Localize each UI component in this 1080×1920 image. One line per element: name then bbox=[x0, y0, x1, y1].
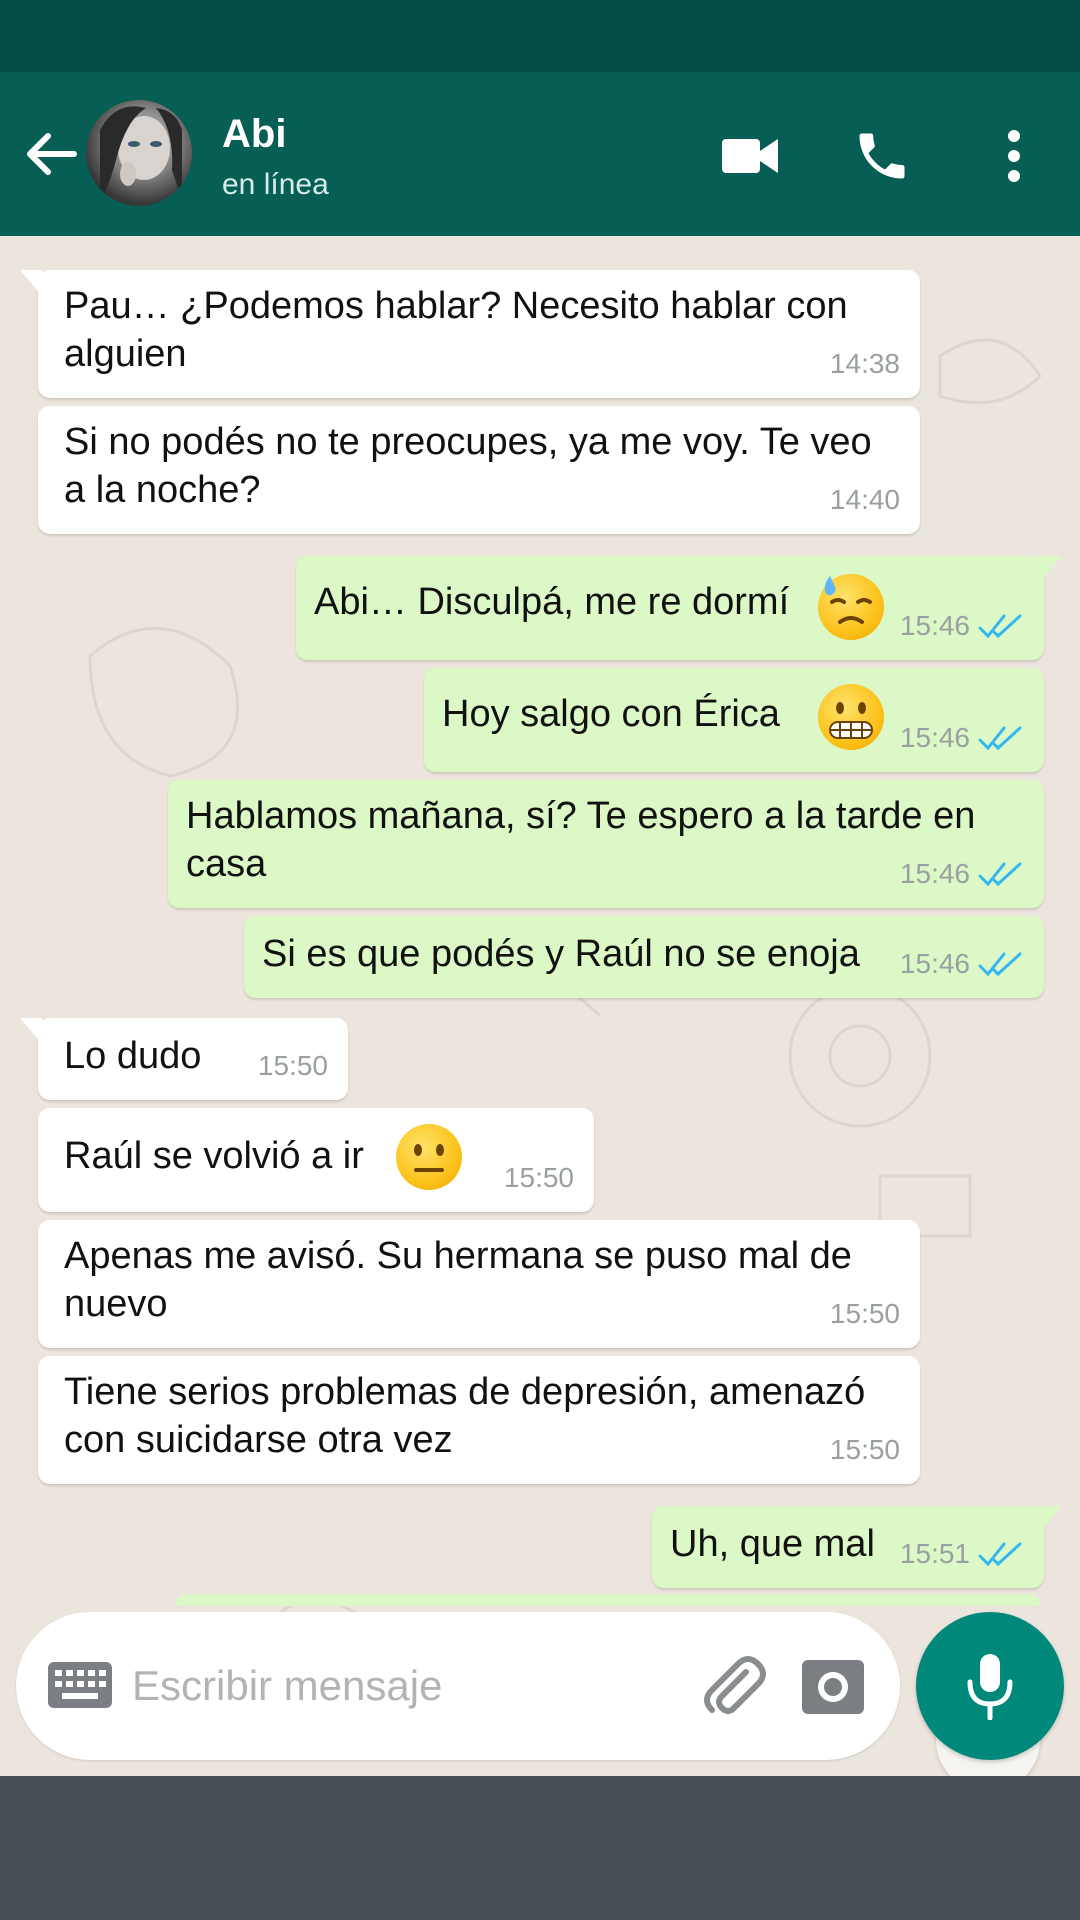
read-ticks-icon bbox=[978, 724, 1024, 752]
bubble-tail bbox=[20, 270, 42, 296]
attach-icon[interactable] bbox=[698, 1652, 768, 1722]
message-bubble-outgoing[interactable]: Si es que podés y Raúl no se enoja 15:46 bbox=[244, 916, 1044, 998]
message-text: Hablamos mañana, sí? Te espero a la tard… bbox=[186, 795, 976, 885]
message-time: 14:40 bbox=[829, 484, 900, 515]
keyboard-icon[interactable] bbox=[48, 1662, 112, 1713]
message-text: Hoy salgo con Érica bbox=[442, 693, 780, 735]
video-call-icon[interactable] bbox=[714, 120, 786, 192]
grimacing-face-icon bbox=[818, 684, 884, 750]
camera-icon[interactable] bbox=[802, 1656, 864, 1716]
message-time: 15:50 bbox=[829, 1298, 900, 1329]
message-text: Si no podés no te preocupes, ya me voy. … bbox=[64, 421, 872, 511]
message-bubble-incoming[interactable]: Si no podés no te preocupes, ya me voy. … bbox=[38, 406, 920, 534]
message-time: 15:50 bbox=[257, 1050, 328, 1081]
message-bubble-outgoing-partial bbox=[176, 1594, 1040, 1606]
status-bar bbox=[0, 0, 1080, 72]
bubble-tail bbox=[1040, 1506, 1062, 1532]
read-ticks-icon bbox=[978, 860, 1024, 888]
message-text: Abi… Disculpá, me re dormí bbox=[314, 581, 790, 623]
message-text: Si es que podés y Raúl no se enoja bbox=[262, 933, 860, 975]
message-bubble-incoming[interactable]: Tiene serios problemas de depresión, ame… bbox=[38, 1356, 920, 1484]
message-text: Raúl se volvió a ir bbox=[64, 1135, 364, 1177]
chat-area[interactable]: Pau… ¿Podemos hablar? Necesito hablar co… bbox=[0, 236, 1080, 1776]
system-nav-bar bbox=[0, 1776, 1080, 1920]
contact-name[interactable]: Abi bbox=[222, 112, 286, 157]
read-ticks-icon bbox=[978, 612, 1024, 640]
message-bubble-outgoing[interactable]: Hoy salgo con Érica 15:46 bbox=[424, 668, 1044, 772]
message-bubble-incoming[interactable]: Apenas me avisó. Su hermana se puso mal … bbox=[38, 1220, 920, 1348]
read-ticks-icon bbox=[978, 1540, 1024, 1568]
message-time: 15:46 bbox=[899, 858, 970, 889]
message-bubble-incoming[interactable]: Raúl se volvió a ir 15:50 bbox=[38, 1108, 594, 1212]
message-time: 15:46 bbox=[899, 948, 970, 979]
message-time: 15:51 bbox=[899, 1538, 970, 1569]
more-vert-icon[interactable] bbox=[978, 120, 1050, 192]
avatar[interactable] bbox=[86, 100, 192, 206]
message-bubble-incoming[interactable]: Lo dudo 15:50 bbox=[20, 1018, 348, 1100]
message-time: 15:46 bbox=[899, 610, 970, 641]
message-text: Apenas me avisó. Su hermana se puso mal … bbox=[64, 1235, 852, 1325]
back-arrow-icon[interactable] bbox=[22, 126, 82, 182]
neutral-face-icon bbox=[396, 1124, 462, 1190]
mic-icon bbox=[967, 1654, 1013, 1720]
message-time: 15:46 bbox=[899, 722, 970, 753]
read-ticks-icon bbox=[978, 950, 1024, 978]
message-text: Tiene serios problemas de depresión, ame… bbox=[64, 1371, 866, 1461]
message-text: Lo dudo bbox=[64, 1035, 202, 1077]
message-bubble-outgoing[interactable]: Uh, que mal 15:51 bbox=[652, 1506, 1062, 1588]
message-bubble-outgoing[interactable]: Abi… Disculpá, me re dormí 15:46 bbox=[296, 556, 1062, 660]
chat-header: Abi en línea bbox=[0, 72, 1080, 236]
message-text: Pau… ¿Podemos hablar? Necesito hablar co… bbox=[64, 285, 848, 375]
mic-button[interactable] bbox=[916, 1612, 1064, 1760]
bubble-tail bbox=[20, 1018, 42, 1044]
contact-status: en línea bbox=[222, 168, 329, 201]
message-input[interactable] bbox=[132, 1654, 692, 1718]
message-time: 14:38 bbox=[829, 348, 900, 379]
message-bubble-outgoing[interactable]: Hablamos mañana, sí? Te espero a la tard… bbox=[168, 780, 1044, 908]
message-bubble-incoming[interactable]: Pau… ¿Podemos hablar? Necesito hablar co… bbox=[20, 270, 920, 398]
message-time: 15:50 bbox=[829, 1434, 900, 1465]
downcast-face-with-sweat-icon bbox=[818, 574, 884, 640]
phone-icon[interactable] bbox=[846, 120, 918, 192]
bubble-tail bbox=[1040, 556, 1062, 582]
message-composer[interactable] bbox=[16, 1612, 900, 1760]
message-time: 15:50 bbox=[503, 1162, 574, 1193]
message-text: Uh, que mal bbox=[670, 1523, 875, 1565]
